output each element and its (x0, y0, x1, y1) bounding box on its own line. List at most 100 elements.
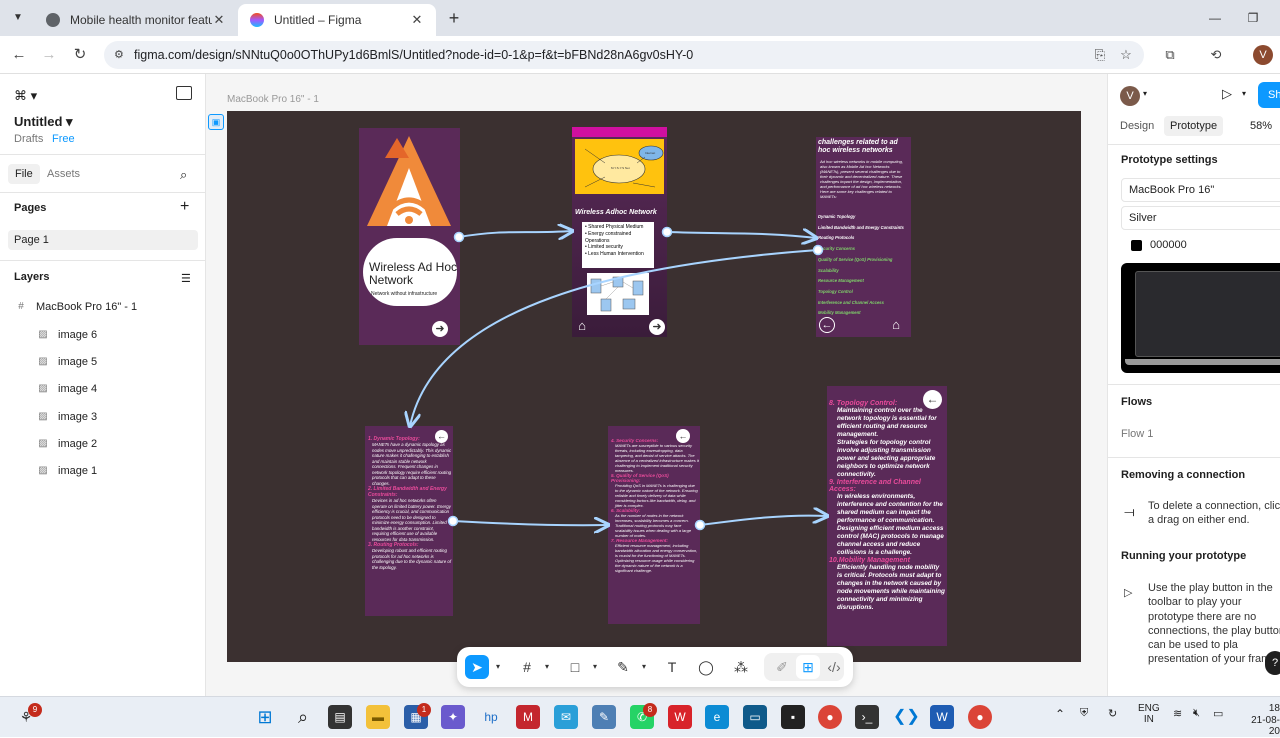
layer-image[interactable]: ▨ image 3 (36, 407, 97, 427)
frame-tool-icon[interactable]: # (515, 655, 539, 679)
wifi-icon[interactable]: ≋ (1173, 707, 1182, 720)
layer-image[interactable]: ▨ image 6 (36, 325, 97, 345)
help-icon[interactable]: ? (1265, 651, 1280, 675)
home-icon[interactable]: ⌂ (888, 318, 904, 332)
zoom-level[interactable]: 58% (1250, 116, 1272, 136)
screen-image-5[interactable]: ← 4. Security Concerns: MANETs are susce… (608, 426, 700, 624)
pen-tool-icon[interactable]: ✎ (611, 655, 635, 679)
text-tool-icon[interactable]: T (660, 655, 684, 679)
copilot-icon[interactable]: ✦ (441, 705, 465, 729)
chevron-down-icon[interactable]: ▾ (542, 655, 552, 679)
tab-figma[interactable]: Untitled – Figma ✕ (238, 4, 436, 36)
drafts-label[interactable]: Drafts (14, 133, 43, 145)
frame-label[interactable]: MacBook Pro 16" - 1 (227, 94, 319, 105)
extensions-icon[interactable]: ⧉ (1160, 45, 1180, 65)
arrow-right-icon[interactable]: ➜ (432, 321, 448, 337)
forward-arrow-icon[interactable]: → (39, 45, 59, 65)
hp-icon[interactable]: hp (479, 705, 503, 729)
layer-image[interactable]: ▨ image 4 (36, 379, 97, 399)
comment-tool-icon[interactable]: ◯ (694, 655, 718, 679)
screen-image-3[interactable]: challenges related to ad hoc wireless ne… (816, 137, 911, 337)
sync-icon[interactable]: ↻ (1108, 707, 1117, 720)
task-view-icon[interactable]: ▤ (328, 705, 352, 729)
paint-icon[interactable]: ✎ (592, 705, 616, 729)
device-select[interactable]: MacBook Pro 16" (1121, 178, 1280, 202)
chevron-down-icon[interactable]: ▾ (493, 655, 503, 679)
screen-image-4[interactable]: ← 1. Dynamic Topology: MANETs have a dyn… (365, 426, 453, 616)
chevron-down-icon[interactable]: ▾ (639, 655, 649, 679)
chrome-icon[interactable]: ● (818, 705, 842, 729)
tab-search-chevron-icon[interactable]: ▼ (8, 8, 28, 28)
word-icon[interactable]: W (930, 705, 954, 729)
layers-collapse-icon[interactable]: ☰ (181, 272, 191, 285)
vscode-icon[interactable]: ❮❯ (893, 705, 920, 729)
layer-image[interactable]: ▨ image 1 (36, 461, 97, 481)
reload-icon[interactable]: ↻ (70, 45, 90, 65)
layer-frame[interactable]: # MacBook Pro 16" - 1 (14, 297, 137, 317)
share-button[interactable]: Sh (1258, 82, 1280, 108)
search-icon[interactable]: ⌕ (291, 705, 315, 729)
chrome-icon[interactable]: ● (968, 705, 992, 729)
terminal-app-icon[interactable]: ▪ (781, 705, 805, 729)
battery-icon[interactable]: ▭ (1213, 707, 1223, 720)
draw-mode-icon[interactable]: ✐ (770, 655, 794, 679)
arrow-right-icon[interactable]: ➜ (649, 319, 665, 335)
tab-assets[interactable]: Assets (40, 164, 87, 184)
rectangle-tool-icon[interactable]: □ (563, 655, 587, 679)
move-tool-icon[interactable]: ➤ (465, 655, 489, 679)
history-icon[interactable]: ⟲ (1206, 45, 1226, 65)
file-explorer-icon[interactable]: ▬ (366, 705, 390, 729)
chevron-up-icon[interactable]: ⌃ (1055, 707, 1065, 721)
chevron-down-icon[interactable]: ▾ (1242, 89, 1246, 98)
restore-icon[interactable]: ❐ (1243, 8, 1263, 28)
home-icon[interactable]: ⌂ (574, 319, 590, 333)
security-icon[interactable]: ⛨ (1080, 707, 1088, 720)
tab-prototype[interactable]: Prototype (1164, 116, 1224, 136)
profile-avatar[interactable]: V (1253, 45, 1273, 65)
site-info-icon[interactable]: ⚙ (114, 48, 128, 62)
windows-start-icon[interactable]: ⊞ (253, 705, 277, 729)
clock[interactable]: 18 21-08-20 (1240, 703, 1280, 738)
add-page-icon[interactable]: + (180, 198, 189, 216)
minimize-icon[interactable]: — (1205, 8, 1225, 28)
close-tab-icon[interactable]: ✕ (410, 12, 424, 28)
search-icon[interactable]: ⌕ (180, 167, 187, 183)
arrow-left-icon[interactable]: ← (819, 317, 835, 333)
mcafee-icon[interactable]: M (516, 705, 540, 729)
dev-mode-icon[interactable]: ‹/› (822, 655, 846, 679)
layer-image[interactable]: ▨ image 2 (36, 434, 97, 454)
chevron-down-icon[interactable]: ▾ (590, 655, 600, 679)
toggle-sidebar-icon[interactable] (176, 86, 192, 100)
volume-muted-icon[interactable]: 🔇︎ (1193, 707, 1200, 720)
present-play-icon[interactable]: ▷ (1222, 86, 1232, 102)
edge-icon[interactable]: e (705, 705, 729, 729)
chat-app-icon[interactable]: ✉ (554, 705, 578, 729)
chevron-down-icon[interactable]: ▾ (1143, 89, 1147, 98)
url-input[interactable]: ⚙ figma.com/design/sNNtuQ0o0OThUPy1d6Bml… (104, 41, 1144, 69)
screen-image-2[interactable]: M.Y.S.Y.S Net Internet Wireless Adhoc Ne… (572, 127, 667, 337)
background-color-field[interactable]: 000000 (1121, 234, 1280, 258)
tab-file[interactable]: File (8, 164, 40, 184)
command-prompt-icon[interactable]: ›_ (855, 705, 879, 729)
page-item[interactable]: Page 1 (8, 230, 198, 250)
wps-icon[interactable]: W (668, 705, 692, 729)
actions-tool-icon[interactable]: ⁂ (729, 655, 753, 679)
frame-preview-icon[interactable]: ▣ (208, 114, 224, 130)
layer-image[interactable]: ▨ image 5 (36, 352, 97, 372)
user-avatar[interactable]: V (1120, 86, 1140, 106)
close-tab-icon[interactable]: ✕ (212, 12, 226, 28)
tab-design[interactable]: Design (1114, 116, 1160, 136)
new-tab-button[interactable]: + (444, 8, 464, 28)
color-swatch[interactable] (1131, 239, 1142, 251)
tab-mobile-health[interactable]: Mobile health monitor features ✕ (34, 4, 238, 36)
bookmark-star-icon[interactable]: ☆ (1118, 47, 1134, 63)
model-select[interactable]: Silver (1121, 206, 1280, 230)
design-canvas[interactable]: MacBook Pro 16" - 1 ▣ Wireless Ad Hoc Ne… (206, 74, 1107, 696)
back-arrow-icon[interactable]: ← (9, 45, 29, 65)
media-icon[interactable]: ▭ (743, 705, 767, 729)
screen-image-6[interactable]: ← 8. Topology Control: Maintaining contr… (827, 386, 947, 646)
design-mode-icon[interactable]: ⊞ (796, 655, 820, 679)
screen-image-1[interactable]: Wireless Ad Hoc Network Network without … (359, 128, 460, 345)
flow-item[interactable]: Flow 1 (1121, 427, 1153, 441)
file-title[interactable]: Untitled ▾ (14, 114, 73, 130)
